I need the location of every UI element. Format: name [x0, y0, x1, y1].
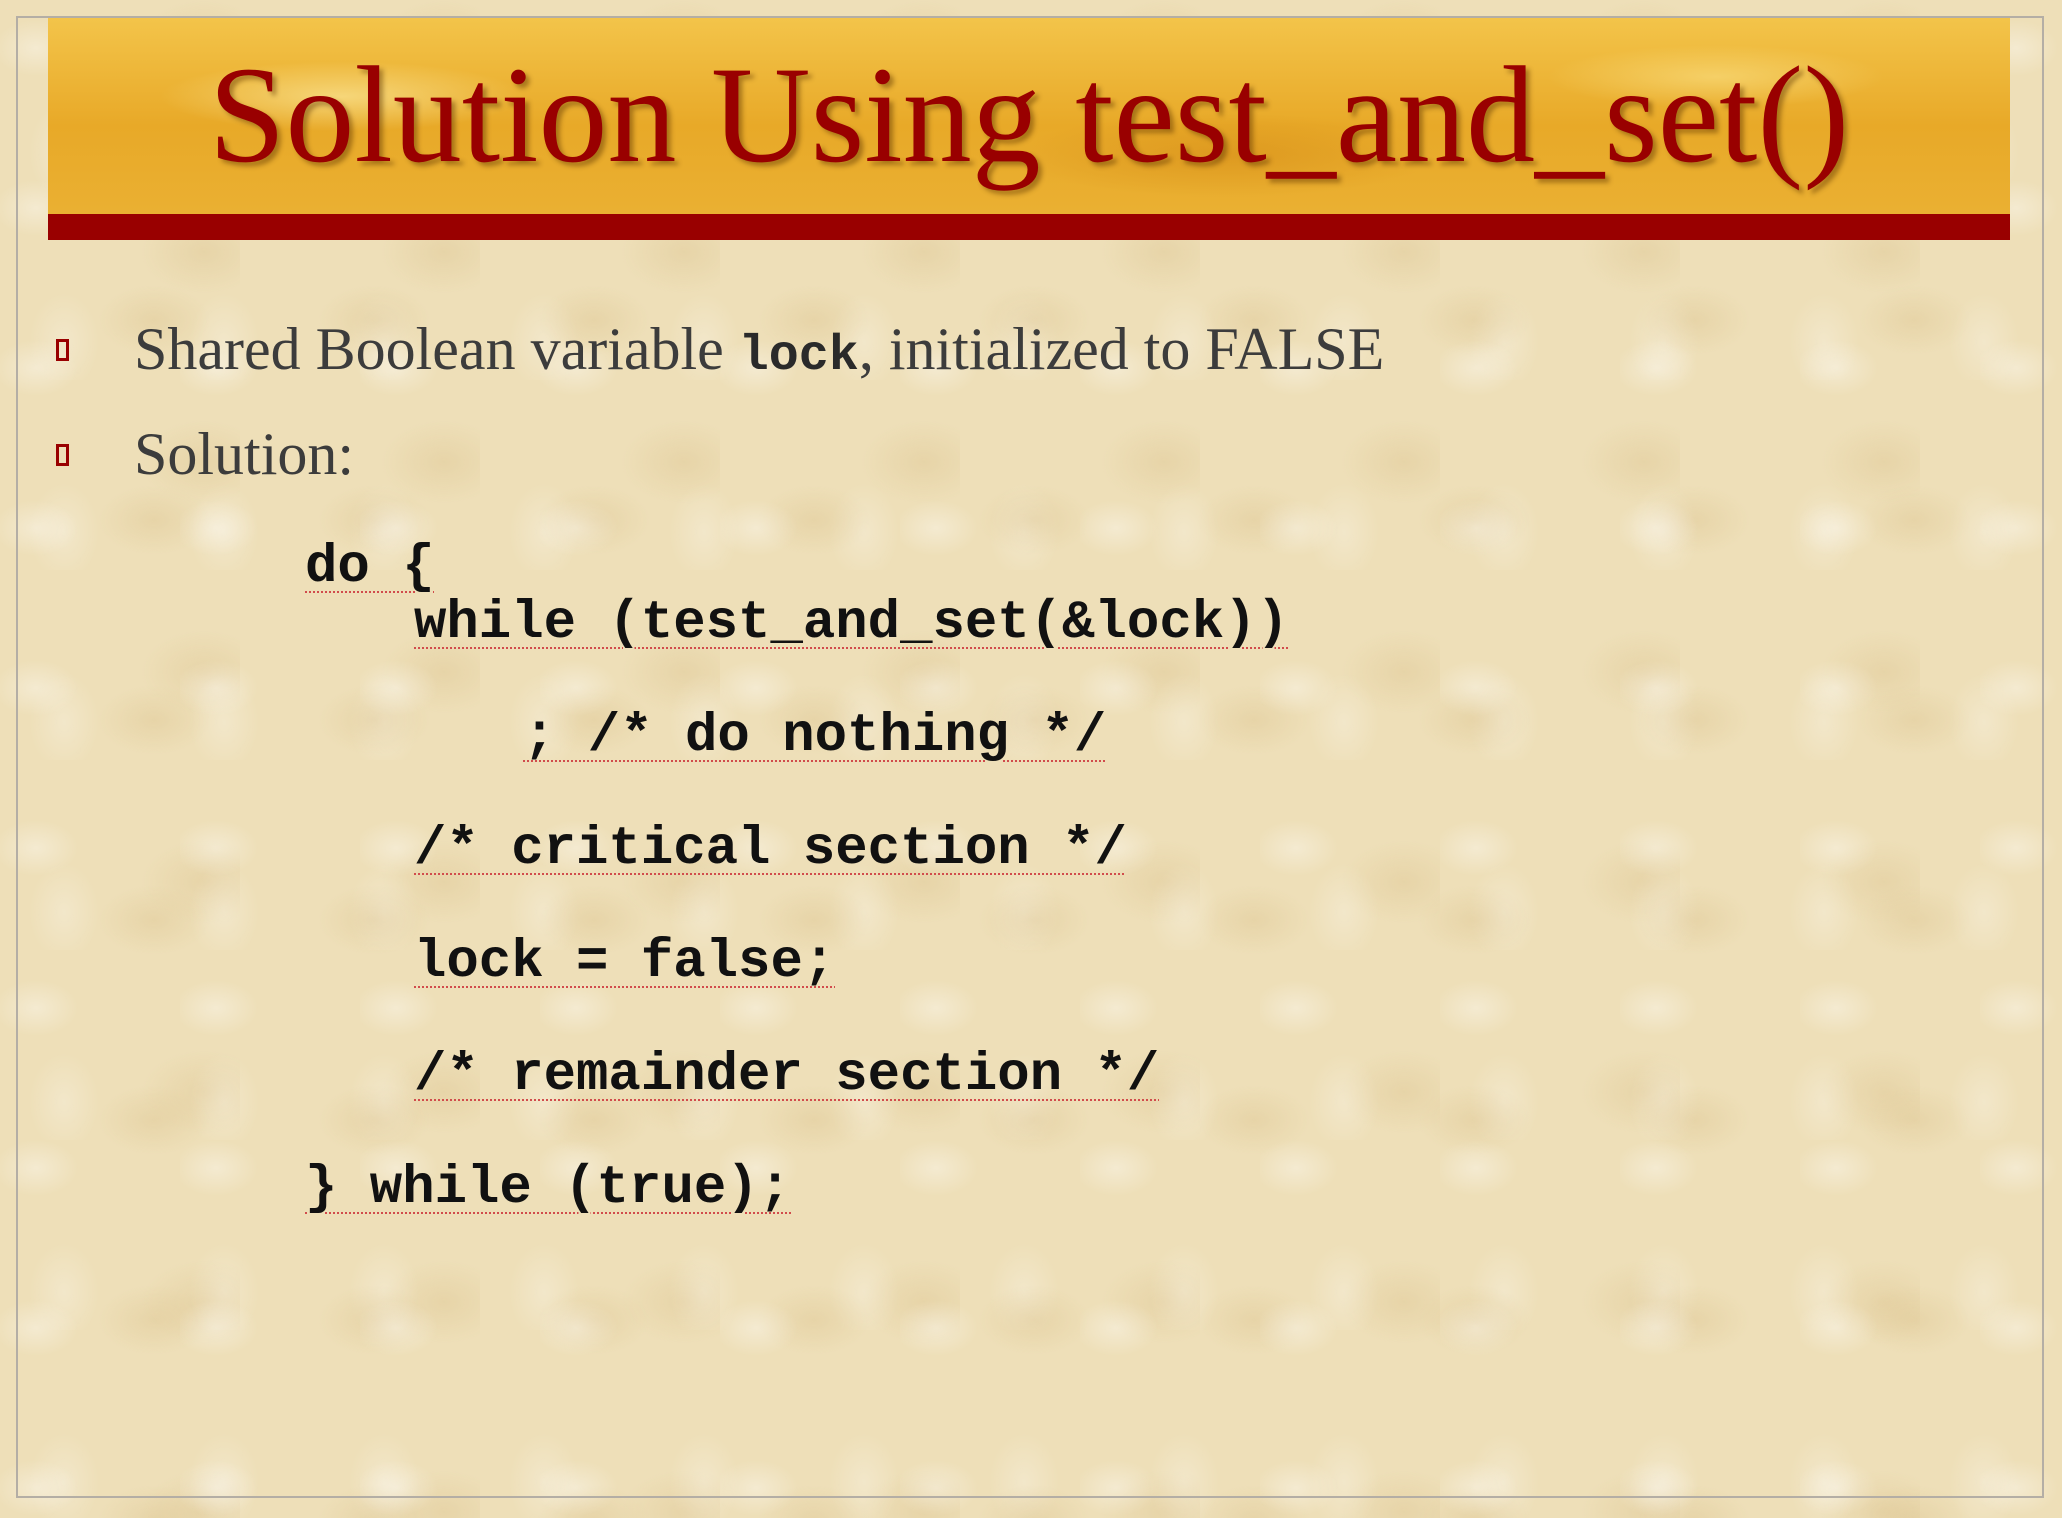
bullet-text: Solution:: [134, 421, 355, 487]
code-line-while-true: } while (true);: [305, 1158, 792, 1219]
bullet-text: Shared Boolean variable lock, initialize…: [134, 313, 1384, 393]
code-line-remainder-section: /* remainder section */: [414, 1045, 1160, 1106]
slide-title: Solution Using test_and_set(): [208, 38, 1850, 191]
code-line-do: do {: [305, 537, 435, 598]
bullet-text-after: , initialized to FALSE: [858, 316, 1385, 382]
code-line-while-test-and-set: while (test_and_set(&lock)): [414, 593, 1289, 654]
inline-code-lock: lock: [738, 328, 859, 385]
code-line-do-nothing: ; /* do nothing */: [523, 706, 1107, 767]
bullet-text-before: Shared Boolean variable: [134, 316, 739, 382]
bullet-square-icon: [56, 339, 69, 361]
code-line-lock-false: lock = false;: [414, 932, 836, 993]
code-line-critical-section: /* critical section */: [414, 819, 1127, 880]
title-divider: [48, 214, 2010, 240]
bullet-square-icon: [56, 444, 69, 466]
